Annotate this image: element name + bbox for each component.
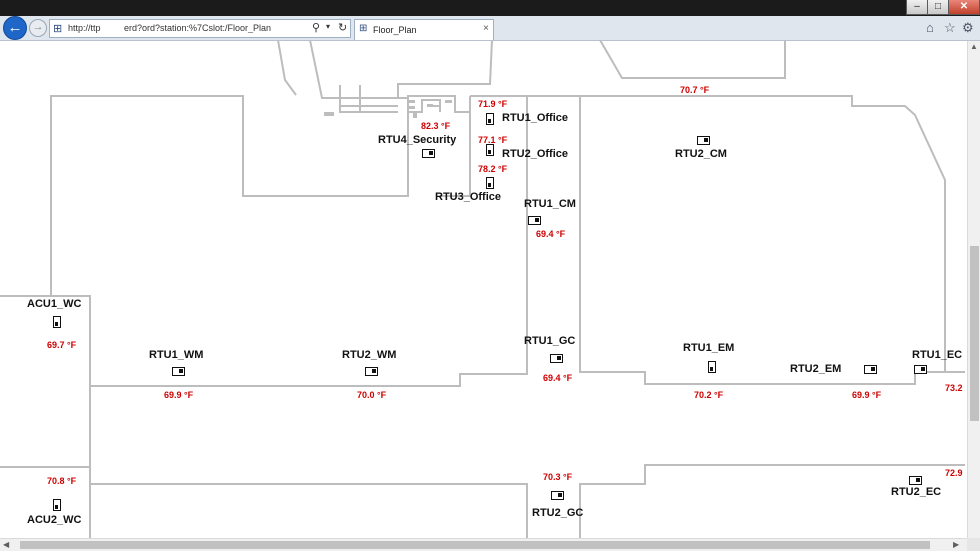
address-bar[interactable]: ⊞ http://ttp erd?ord?station:%7Cslot:/Fl… (49, 19, 351, 38)
rtu4-security-label[interactable]: RTU4_Security (378, 134, 456, 146)
scroll-up-arrow-icon[interactable]: ▲ (970, 42, 978, 51)
rtu2-wm-temperature: 70.0 °F (357, 390, 387, 400)
rtu2-ec-label[interactable]: RTU2_EC (891, 486, 941, 498)
rtu3-office-unit-icon[interactable] (486, 177, 494, 189)
rtu2-gc-label[interactable]: RTU2_GC (532, 507, 583, 519)
acu1-wc-temperature: 69.7 °F (47, 340, 77, 350)
rtu1-wm-unit-icon[interactable] (172, 367, 185, 376)
horizontal-scroll-thumb[interactable] (20, 541, 930, 549)
star-icon[interactable]: ☆ (944, 20, 956, 36)
floor-plan-walls (0, 41, 965, 538)
rtu2-cm-temperature: 70.7 °F (680, 85, 710, 95)
horizontal-scrollbar[interactable]: ◀ ▶ (0, 538, 967, 551)
rtu4-security-unit-icon[interactable] (422, 149, 435, 158)
rtu1-em-temperature: 70.2 °F (694, 390, 724, 400)
rtu2-em-temperature: 69.9 °F (852, 390, 882, 400)
scroll-right-arrow-icon[interactable]: ▶ (953, 540, 959, 549)
rtu4-security-temperature: 82.3 °F (421, 121, 451, 131)
rtu1-ec-label[interactable]: RTU1_EC (912, 349, 962, 361)
rtu2-gc-temperature: 70.3 °F (543, 472, 573, 482)
minimize-button[interactable]: – (906, 0, 928, 15)
home-icon[interactable]: ⌂ (926, 20, 934, 35)
rtu1-cm-temperature: 69.4 °F (536, 229, 566, 239)
forward-button[interactable]: → (29, 19, 47, 37)
gear-icon[interactable]: ⚙ (962, 20, 974, 36)
tab-favicon-icon: ⊞ (359, 23, 368, 34)
floor-plan-viewport: 71.9 °F RTU1_Office 82.3 °F RTU4_Securit… (0, 41, 967, 538)
rtu2-cm-label[interactable]: RTU2_CM (675, 148, 727, 160)
rtu1-office-label[interactable]: RTU1_Office (502, 112, 568, 124)
rtu1-wm-temperature: 69.9 °F (164, 390, 194, 400)
rtu1-gc-temperature: 69.4 °F (543, 373, 573, 383)
acu2-wc-label[interactable]: ACU2_WC (27, 514, 81, 526)
vertical-scrollbar[interactable]: ▲ (967, 41, 980, 538)
chevron-down-icon[interactable]: ▾ (326, 22, 330, 31)
rtu1-gc-unit-icon[interactable] (550, 354, 563, 363)
rtu3-office-label[interactable]: RTU3_Office (435, 191, 501, 203)
rtu1-office-unit-icon[interactable] (486, 113, 494, 125)
acu2-wc-unit-icon[interactable] (53, 499, 61, 511)
rtu1-ec-temperature: 73.2 (945, 383, 963, 393)
rtu1-wm-label[interactable]: RTU1_WM (149, 349, 203, 361)
acu2-wc-temperature: 70.8 °F (47, 476, 77, 486)
rtu2-wm-label[interactable]: RTU2_WM (342, 349, 396, 361)
scrollbar-corner (967, 538, 980, 551)
back-button[interactable]: ← (3, 16, 27, 40)
rtu2-cm-unit-icon[interactable] (697, 136, 710, 145)
rtu1-em-unit-icon[interactable] (708, 361, 716, 373)
rtu2-ec-unit-icon[interactable] (909, 476, 922, 485)
rtu1-em-label[interactable]: RTU1_EM (683, 342, 734, 354)
rtu2-em-unit-icon[interactable] (864, 365, 877, 374)
rtu2-office-unit-icon[interactable] (486, 144, 494, 156)
rtu1-gc-label[interactable]: RTU1_GC (524, 335, 575, 347)
rtu3-office-temperature: 78.2 °F (478, 164, 508, 174)
close-window-button[interactable]: ✕ (948, 0, 980, 15)
title-bar (0, 0, 980, 16)
rtu1-office-temperature: 71.9 °F (478, 99, 508, 109)
rtu1-cm-label[interactable]: RTU1_CM (524, 198, 576, 210)
rtu2-em-label[interactable]: RTU2_EM (790, 363, 841, 375)
maximize-button[interactable]: □ (927, 0, 949, 15)
rtu1-ec-unit-icon[interactable] (914, 365, 927, 374)
tab-floor-plan[interactable]: ⊞ Floor_Plan × (354, 19, 494, 40)
tab-close-icon[interactable]: × (483, 23, 489, 34)
browser-toolbar: – □ ✕ ← → ⊞ http://ttp erd?ord?station:%… (0, 0, 980, 41)
vertical-scroll-thumb[interactable] (970, 246, 979, 421)
tab-title: Floor_Plan (373, 25, 417, 35)
address-url[interactable]: http://ttp erd?ord?station:%7Cslot:/Floo… (68, 23, 298, 33)
search-icon[interactable]: ⚲ (312, 21, 320, 34)
page-favicon-icon: ⊞ (53, 23, 63, 35)
rtu2-wm-unit-icon[interactable] (365, 367, 378, 376)
rtu2-ec-temperature: 72.9 (945, 468, 963, 478)
acu1-wc-unit-icon[interactable] (53, 316, 61, 328)
rtu1-cm-unit-icon[interactable] (528, 216, 541, 225)
scroll-left-arrow-icon[interactable]: ◀ (3, 540, 9, 549)
acu1-wc-label[interactable]: ACU1_WC (27, 298, 81, 310)
rtu2-office-label[interactable]: RTU2_Office (502, 148, 568, 160)
rtu2-gc-unit-icon[interactable] (551, 491, 564, 500)
refresh-icon[interactable]: ↻ (338, 21, 347, 34)
